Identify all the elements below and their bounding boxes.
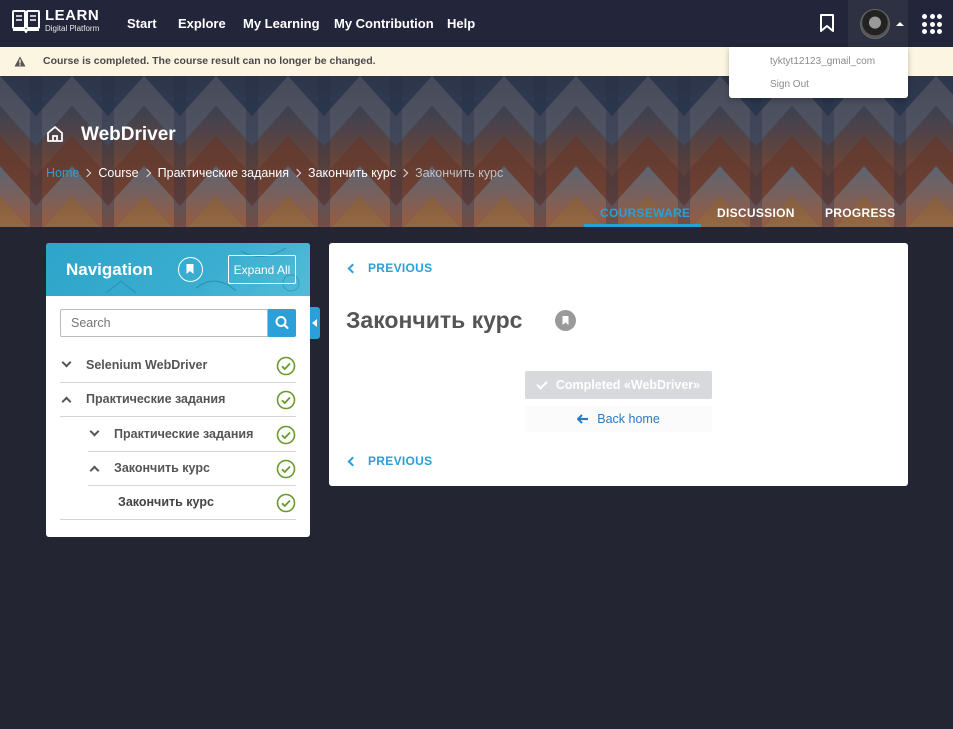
previous-button-top[interactable]: PREVIOUS (346, 261, 432, 275)
nav-item-label: Закончить курс (118, 495, 214, 509)
previous-label: PREVIOUS (368, 261, 433, 275)
bookmark-icon[interactable] (818, 13, 836, 33)
home-icon[interactable] (46, 125, 64, 143)
nav-section-selenium-webdriver[interactable]: Selenium WebDriver (60, 349, 296, 383)
brand-subtitle: Digital Platform (45, 24, 100, 33)
active-tab-indicator (584, 224, 701, 227)
tab-courseware[interactable]: COURSEWARE (600, 206, 690, 220)
nav-section-practical-tasks[interactable]: Практические задания (60, 383, 296, 417)
back-home-label: Back home (597, 412, 660, 426)
brand-text: LEARN Digital Platform (45, 8, 99, 33)
nav-my-learning[interactable]: My Learning (243, 16, 320, 31)
tab-discussion[interactable]: DISCUSSION (717, 206, 795, 220)
chevron-left-icon (347, 263, 358, 273)
nav-item-label: Selenium WebDriver (86, 358, 208, 372)
course-navigation-panel: Navigation Expand All Selenium WebDriver… (46, 243, 320, 537)
chevron-down-icon (61, 357, 72, 368)
breadcrumb-course[interactable]: Course (98, 166, 138, 180)
completed-label: Completed «WebDriver» (555, 378, 701, 392)
check-circle-icon (276, 390, 296, 410)
nav-unit-finish-course[interactable]: Закончить курс (60, 486, 296, 520)
hero-overlay (0, 76, 953, 227)
nav-start[interactable]: Start (127, 16, 157, 31)
check-circle-icon (276, 425, 296, 445)
chevron-right-icon (292, 168, 302, 178)
expand-all-button[interactable]: Expand All (228, 255, 296, 284)
user-menu-toggle[interactable] (848, 0, 908, 47)
previous-button-bottom[interactable]: PREVIOUS (346, 454, 432, 468)
top-navbar: LEARN Digital Platform Start Explore My … (0, 0, 953, 47)
book-icon (12, 9, 40, 33)
search-button[interactable] (268, 309, 296, 337)
nav-subsection-finish-course[interactable]: Закончить курс (88, 452, 296, 486)
collapse-navigation-toggle[interactable] (310, 307, 320, 339)
check-icon (536, 377, 548, 390)
sign-out-link[interactable]: Sign Out (770, 79, 809, 90)
nav-explore[interactable]: Explore (178, 16, 226, 31)
bookmark-icon (186, 264, 194, 274)
check-circle-icon (276, 493, 296, 513)
nav-item-label: Закончить курс (114, 461, 210, 475)
bookmark-icon (562, 316, 569, 325)
breadcrumb-section[interactable]: Практические задания (158, 166, 289, 180)
check-circle-icon (276, 459, 296, 479)
arrow-left-icon (577, 414, 589, 424)
breadcrumb-home[interactable]: Home (46, 166, 79, 180)
back-home-link[interactable]: Back home (525, 406, 712, 432)
course-completed-button: Completed «WebDriver» (525, 371, 712, 399)
brand-logo[interactable]: LEARN Digital Platform (12, 8, 99, 33)
chevron-down-icon (89, 426, 100, 437)
chevron-right-icon (399, 168, 409, 178)
tab-progress[interactable]: PROGRESS (825, 206, 895, 220)
unit-content: PREVIOUS Закончить курс Completed «WebDr… (329, 243, 908, 486)
bookmarks-button[interactable] (178, 257, 203, 282)
chevron-up-icon (89, 465, 100, 476)
breadcrumb-subsection[interactable]: Закончить курс (308, 166, 396, 180)
nav-help[interactable]: Help (447, 16, 475, 31)
chevron-left-icon (347, 456, 358, 466)
bookmark-unit-button[interactable] (555, 310, 576, 331)
breadcrumb: Home Course Практические задания Закончи… (46, 166, 503, 180)
brand-title: LEARN (45, 7, 100, 24)
warning-icon (14, 56, 26, 67)
course-title: WebDriver (81, 124, 176, 145)
search-icon (275, 316, 289, 330)
breadcrumb-current: Закончить курс (415, 166, 504, 180)
chevron-right-icon (83, 168, 92, 178)
alert-message: Course is completed. The course result c… (43, 55, 376, 67)
navigation-title: Navigation (66, 260, 153, 279)
dropdown-username[interactable]: tyktyt12123_gmail_com (770, 56, 875, 67)
user-dropdown-menu: tyktyt12123_gmail_com Sign Out (729, 47, 908, 98)
nav-my-contribution[interactable]: My Contribution (334, 16, 434, 31)
check-circle-icon (276, 356, 296, 376)
nav-item-label: Практические задания (86, 392, 226, 406)
unit-title: Закончить курс (346, 307, 523, 333)
course-hero: WebDriver Home Course Практические задан… (0, 76, 953, 227)
caret-up-icon (896, 22, 904, 26)
previous-label: PREVIOUS (368, 454, 433, 468)
nav-item-label: Практические задания (114, 427, 254, 441)
apps-grid-icon[interactable] (922, 14, 942, 34)
avatar (860, 9, 890, 39)
chevron-up-icon (61, 396, 72, 407)
nav-subsection-practical-tasks[interactable]: Практические задания (88, 418, 296, 452)
chevron-right-icon (142, 168, 151, 178)
navigation-header: Navigation Expand All (46, 243, 310, 296)
navigation-search-input[interactable] (60, 309, 268, 337)
